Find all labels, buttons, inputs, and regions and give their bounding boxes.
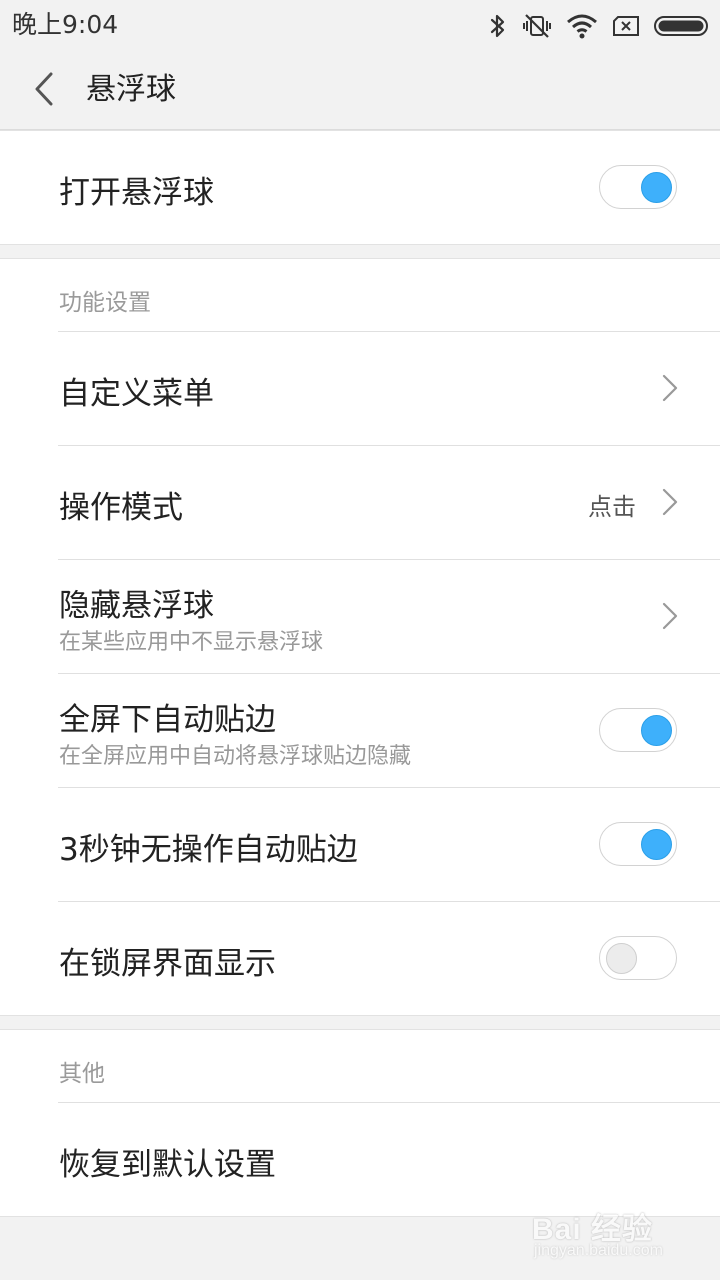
operation-mode-value: 点击 [588,493,636,521]
toggle-knob [641,829,672,860]
fullscreen-auto-edge-row[interactable]: 全屏下自动贴边 在全屏应用中自动将悬浮球贴边隐藏 [0,674,720,787]
toggle-knob [641,172,672,203]
show-on-lockscreen-toggle[interactable] [599,936,677,980]
vibrate-off-icon [522,12,552,40]
custom-menu-row[interactable]: 自定义菜单 [0,332,720,445]
main-toggle-card: 打开悬浮球 [0,130,720,245]
idle-auto-edge-toggle[interactable] [599,822,677,866]
status-bar: 晚上9:04 [0,0,720,52]
other-card: 其他 恢复到默认设置 [0,1029,720,1217]
custom-menu-label: 自定义菜单 [59,376,214,412]
open-floating-ball-row[interactable]: 打开悬浮球 [0,131,720,244]
bluetooth-icon [488,12,508,40]
status-icons [488,10,710,42]
restore-defaults-label: 恢复到默认设置 [59,1147,276,1183]
hide-floating-ball-row[interactable]: 隐藏悬浮球 在某些应用中不显示悬浮球 [0,560,720,673]
fullscreen-auto-edge-subtitle: 在全屏应用中自动将悬浮球贴边隐藏 [59,744,412,769]
watermark-url: jingyan.baidu.com [534,1242,663,1259]
fullscreen-auto-edge-toggle[interactable] [599,708,677,752]
toggle-knob [606,943,637,974]
hide-floating-ball-subtitle: 在某些应用中不显示悬浮球 [59,630,324,655]
idle-auto-edge-label: 3秒钟无操作自动贴边 [59,832,358,868]
app-header: 悬浮球 [0,52,720,130]
open-floating-ball-toggle[interactable] [599,165,677,209]
operation-mode-label: 操作模式 [59,490,183,526]
chevron-right-icon [662,374,678,402]
section-label-function-settings: 功能设置 [59,290,151,316]
section-label-other: 其他 [59,1061,105,1087]
no-sim-icon [612,15,640,37]
idle-auto-edge-row[interactable]: 3秒钟无操作自动贴边 [0,788,720,901]
open-floating-ball-label: 打开悬浮球 [59,175,214,211]
show-on-lockscreen-label: 在锁屏界面显示 [59,946,276,982]
hide-floating-ball-label: 隐藏悬浮球 [59,588,214,624]
function-settings-card: 功能设置 自定义菜单 操作模式 点击 隐藏悬浮球 在某些应用中不显示悬浮球 全屏… [0,258,720,1016]
show-on-lockscreen-row[interactable]: 在锁屏界面显示 [0,902,720,1015]
fullscreen-auto-edge-label: 全屏下自动贴边 [59,702,276,738]
page-title: 悬浮球 [86,72,176,107]
back-button[interactable] [22,66,66,116]
chevron-right-icon [662,602,678,630]
operation-mode-row[interactable]: 操作模式 点击 [0,446,720,559]
chevron-left-icon [34,72,54,110]
status-time: 晚上9:04 [12,10,119,39]
chevron-right-icon [662,488,678,516]
wifi-icon [566,13,598,39]
toggle-knob [641,715,672,746]
baidu-watermark: Bai 经验 jingyan.baidu.com [532,1198,682,1268]
battery-icon [654,15,710,37]
